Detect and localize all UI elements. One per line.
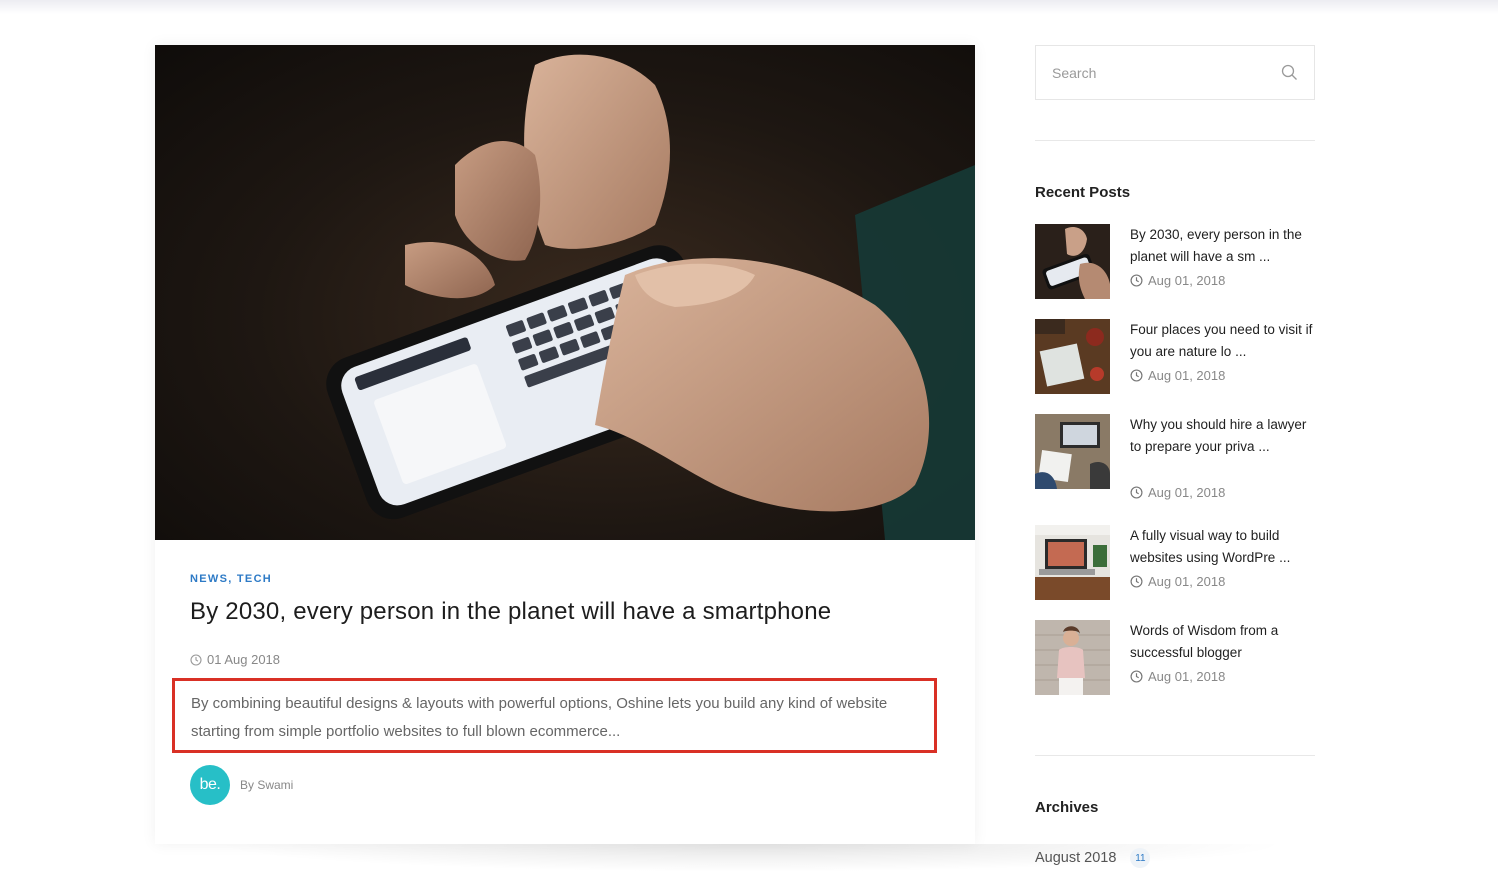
recent-post-date-text: Aug 01, 2018 <box>1148 485 1226 500</box>
clock-icon <box>1130 670 1143 683</box>
clock-icon <box>190 653 202 666</box>
post-date-text: 01 Aug 2018 <box>207 652 281 667</box>
search-input[interactable] <box>1052 64 1281 81</box>
recent-post-date: Aug 01, 2018 <box>1130 368 1225 383</box>
desk-laptop-photo <box>1035 414 1110 489</box>
search-widget <box>1035 45 1315 100</box>
post-excerpt: By combining beautiful designs & layouts… <box>172 678 937 753</box>
recent-post-date: Aug 01, 2018 <box>1130 273 1225 288</box>
laptop-desk-photo <box>1035 525 1110 600</box>
recent-post-title[interactable]: By 2030, every person in the planet will… <box>1130 224 1320 268</box>
post-date: 01 Aug 2018 <box>190 652 280 667</box>
recent-post-date: Aug 01, 2018 <box>1130 574 1225 589</box>
smartphone-photo <box>1035 224 1110 299</box>
post-featured-image[interactable] <box>155 45 975 540</box>
recent-post-thumbnail[interactable] <box>1035 319 1110 394</box>
post-excerpt-line-2: starting from simple portfolio websites … <box>191 723 621 740</box>
archives-title: Archives <box>1035 799 1099 816</box>
sidebar-divider <box>1035 755 1315 756</box>
recent-post-thumbnail[interactable] <box>1035 620 1110 695</box>
post-author: be. By Swami <box>190 765 293 805</box>
recent-post-thumbnail[interactable] <box>1035 224 1110 299</box>
recent-post-title[interactable]: Words of Wisdom from a successful blogge… <box>1130 620 1320 664</box>
recent-post-date-text: Aug 01, 2018 <box>1148 273 1226 288</box>
post-excerpt-line-1: By combining beautiful designs & layouts… <box>191 695 888 712</box>
recent-post-thumbnail[interactable] <box>1035 525 1110 600</box>
map-table-photo <box>1035 319 1110 394</box>
clock-icon <box>1130 274 1143 287</box>
clock-icon <box>1130 575 1143 588</box>
post-card: NEWS, TECH By 2030, every person in the … <box>155 45 975 844</box>
recent-post-item[interactable]: Words of Wisdom from a successful blogge… <box>1035 620 1315 700</box>
author-name[interactable]: By Swami <box>240 778 293 792</box>
archive-link[interactable]: August 2018 <box>1035 850 1116 866</box>
post-title[interactable]: By 2030, every person in the planet will… <box>190 598 950 626</box>
author-avatar[interactable]: be. <box>190 765 230 805</box>
recent-post-title[interactable]: A fully visual way to build websites usi… <box>1130 525 1320 569</box>
recent-post-title[interactable]: Why you should hire a lawyer to prepare … <box>1130 414 1320 458</box>
recent-posts-title: Recent Posts <box>1035 184 1131 201</box>
recent-post-date: Aug 01, 2018 <box>1130 485 1225 500</box>
search-icon[interactable] <box>1281 64 1298 81</box>
recent-post-date-text: Aug 01, 2018 <box>1148 669 1226 684</box>
recent-post-title[interactable]: Four places you need to visit if you are… <box>1130 319 1320 363</box>
recent-post-item[interactable]: Four places you need to visit if you are… <box>1035 319 1315 399</box>
clock-icon <box>1130 369 1143 382</box>
recent-post-thumbnail[interactable] <box>1035 414 1110 489</box>
clock-icon <box>1130 486 1143 499</box>
recent-post-date-text: Aug 01, 2018 <box>1148 368 1226 383</box>
post-categories[interactable]: NEWS, TECH <box>190 573 272 585</box>
header-shadow <box>0 0 1498 14</box>
recent-post-date-text: Aug 01, 2018 <box>1148 574 1226 589</box>
archive-count-badge: 11 <box>1130 848 1151 868</box>
recent-post-date: Aug 01, 2018 <box>1130 669 1225 684</box>
woman-portrait-photo <box>1035 620 1110 695</box>
smartphone-photo-illustration <box>326 54 975 540</box>
archive-item[interactable]: August 2018 11 <box>1035 848 1151 868</box>
sidebar-divider <box>1035 140 1315 141</box>
recent-post-item[interactable]: A fully visual way to build websites usi… <box>1035 525 1315 605</box>
recent-post-item[interactable]: Why you should hire a lawyer to prepare … <box>1035 414 1315 509</box>
recent-post-item[interactable]: By 2030, every person in the planet will… <box>1035 224 1315 304</box>
